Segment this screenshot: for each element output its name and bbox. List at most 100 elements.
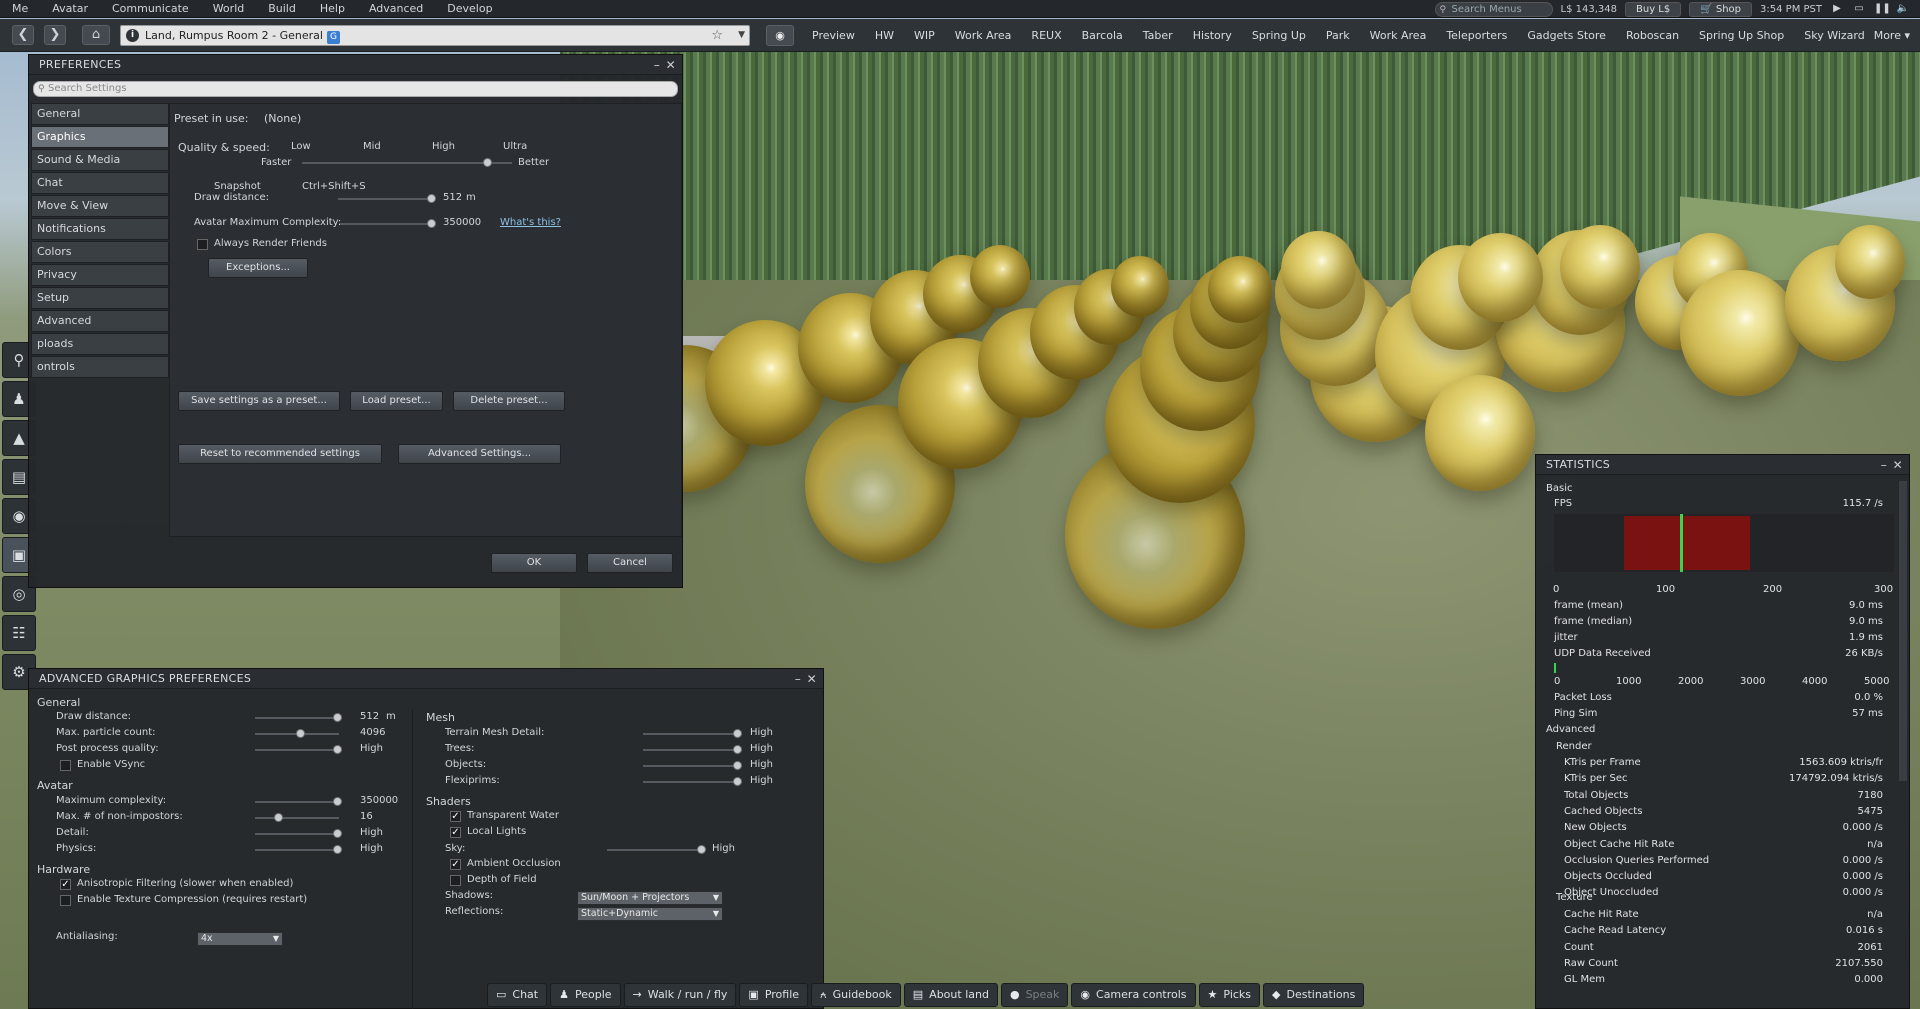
delete-preset-button[interactable]: Delete preset...: [453, 391, 565, 411]
tab-colors[interactable]: Colors: [31, 241, 169, 263]
buy-currency-button[interactable]: Buy L$: [1625, 1, 1682, 17]
close-icon[interactable]: ✕: [1893, 455, 1903, 475]
ok-button[interactable]: OK: [491, 553, 577, 573]
advanced-settings-button[interactable]: Advanced Settings...: [398, 444, 561, 464]
objects-slider[interactable]: [643, 761, 742, 770]
favorite-item[interactable]: Spring Up: [1242, 29, 1316, 42]
max-complexity-slider[interactable]: [255, 797, 342, 806]
depth-of-field-checkbox[interactable]: [450, 875, 461, 886]
sky-slider[interactable]: [607, 845, 706, 854]
quality-slider[interactable]: [302, 158, 512, 167]
tab-sound-media[interactable]: Sound & Media: [31, 149, 169, 171]
favorites-landmark-icon[interactable]: ◉: [766, 25, 794, 46]
location-input[interactable]: i Land, Rumpus Room 2 - General G ☆ ▼: [120, 25, 750, 46]
post-process-knob[interactable]: [333, 745, 342, 754]
home-button[interactable]: ⌂: [82, 25, 110, 45]
quality-slider-knob[interactable]: [483, 158, 492, 167]
close-icon[interactable]: ✕: [666, 55, 676, 75]
post-process-slider[interactable]: [255, 745, 342, 754]
minimize-icon[interactable]: –: [795, 669, 801, 689]
adv-draw-distance-knob[interactable]: [333, 713, 342, 722]
favorite-star-icon[interactable]: ☆: [711, 26, 723, 45]
terrain-mesh-knob[interactable]: [733, 729, 742, 738]
max-complexity-knob[interactable]: [333, 797, 342, 806]
minimize-icon[interactable]: –: [1881, 455, 1887, 475]
destinations-button[interactable]: ◆ Destinations: [1263, 983, 1365, 1007]
objects-knob[interactable]: [733, 761, 742, 770]
reset-recommended-button[interactable]: Reset to recommended settings: [178, 444, 382, 464]
statistics-scrollbar[interactable]: [1899, 481, 1907, 781]
info-icon[interactable]: i: [126, 29, 139, 42]
texture-compression-checkbox[interactable]: [60, 895, 71, 906]
guidebook-button[interactable]: ⍲ Guidebook: [811, 983, 901, 1007]
sky-knob[interactable]: [697, 845, 706, 854]
advanced-graphics-title-bar[interactable]: ADVANCED GRAPHICS PREFERENCES – ✕: [29, 669, 823, 689]
adv-draw-distance-slider[interactable]: [255, 713, 342, 722]
media-icon[interactable]: ▶: [1830, 3, 1844, 15]
detail-knob[interactable]: [333, 829, 342, 838]
about-land-button[interactable]: ▤ About land: [903, 983, 998, 1007]
forward-button[interactable]: ❯: [44, 25, 66, 45]
favorite-item[interactable]: WIP: [904, 29, 945, 42]
tab-setup[interactable]: Setup: [31, 287, 169, 309]
speak-button[interactable]: ● Speak: [1000, 983, 1069, 1007]
chat-button[interactable]: ▭ Chat: [487, 983, 548, 1007]
favorite-item[interactable]: HW: [865, 29, 904, 42]
favorite-item[interactable]: History: [1183, 29, 1242, 42]
favorites-more-button[interactable]: More ▾: [1874, 25, 1910, 46]
shadows-dropdown[interactable]: Sun/Moon + Projectors ▼: [577, 891, 723, 905]
antialiasing-dropdown[interactable]: 4x ▼: [197, 932, 283, 946]
favorite-item[interactable]: Teleporters: [1436, 29, 1517, 42]
profile-button[interactable]: ▣ Profile: [739, 983, 809, 1007]
cancel-button[interactable]: Cancel: [587, 553, 673, 573]
volume-muted-icon[interactable]: 🔈: [1896, 3, 1910, 15]
transparent-water-checkbox[interactable]: ✓: [450, 811, 461, 822]
favorite-item[interactable]: Barcola: [1072, 29, 1133, 42]
trees-knob[interactable]: [733, 745, 742, 754]
menu-help[interactable]: Help: [308, 0, 357, 18]
tab-controls[interactable]: ontrols: [31, 356, 169, 378]
menu-avatar[interactable]: Avatar: [40, 0, 100, 18]
local-lights-checkbox[interactable]: ✓: [450, 827, 461, 838]
menu-me[interactable]: Me: [0, 0, 40, 18]
tab-uploads[interactable]: ploads: [31, 333, 169, 355]
picks-button[interactable]: ★ Picks: [1198, 983, 1261, 1007]
save-preset-button[interactable]: Save settings as a preset...: [178, 391, 340, 411]
vsync-checkbox[interactable]: [60, 760, 71, 771]
whats-this-link[interactable]: What's this?: [500, 217, 561, 228]
anisotropic-checkbox[interactable]: ✓: [60, 879, 71, 890]
ambient-occlusion-checkbox[interactable]: ✓: [450, 859, 461, 870]
statistics-title-bar[interactable]: STATISTICS – ✕: [1536, 455, 1909, 475]
menu-world[interactable]: World: [201, 0, 257, 18]
favorite-item[interactable]: Preview: [802, 29, 865, 42]
flexiprims-slider[interactable]: [643, 777, 742, 786]
tab-privacy[interactable]: Privacy: [31, 264, 169, 286]
avatar-complexity-knob[interactable]: [427, 219, 436, 228]
avatar-complexity-slider[interactable]: [340, 219, 436, 228]
favorite-item[interactable]: Roboscan: [1616, 29, 1689, 42]
reflections-dropdown[interactable]: Static+Dynamic ▼: [577, 907, 723, 921]
max-particle-knob[interactable]: [296, 729, 305, 738]
map-tool-button[interactable]: ☷: [2, 615, 36, 651]
menu-develop[interactable]: Develop: [435, 0, 504, 18]
non-impostors-slider[interactable]: [255, 813, 339, 822]
detail-slider[interactable]: [255, 829, 342, 838]
exceptions-button[interactable]: Exceptions...: [208, 258, 308, 278]
tab-general[interactable]: General: [31, 103, 169, 125]
preferences-title-bar[interactable]: PREFERENCES – ✕: [29, 55, 682, 75]
load-preset-button[interactable]: Load preset...: [350, 391, 443, 411]
search-settings-input[interactable]: ⚲ Search Settings: [33, 81, 678, 97]
pause-icon[interactable]: ❚❚: [1874, 3, 1891, 15]
menu-build[interactable]: Build: [256, 0, 308, 18]
tab-advanced[interactable]: Advanced: [31, 310, 169, 332]
flexiprims-knob[interactable]: [733, 777, 742, 786]
max-particle-slider[interactable]: [255, 729, 339, 738]
minimize-icon[interactable]: –: [654, 55, 660, 75]
tab-move-view[interactable]: Move & View: [31, 195, 169, 217]
draw-distance-slider[interactable]: [338, 194, 436, 203]
favorite-item[interactable]: Work Area: [945, 29, 1022, 42]
always-render-friends-checkbox[interactable]: [197, 239, 208, 250]
trees-slider[interactable]: [643, 745, 742, 754]
location-dropdown-icon[interactable]: ▼: [738, 26, 745, 45]
favorite-item[interactable]: Park: [1316, 29, 1360, 42]
